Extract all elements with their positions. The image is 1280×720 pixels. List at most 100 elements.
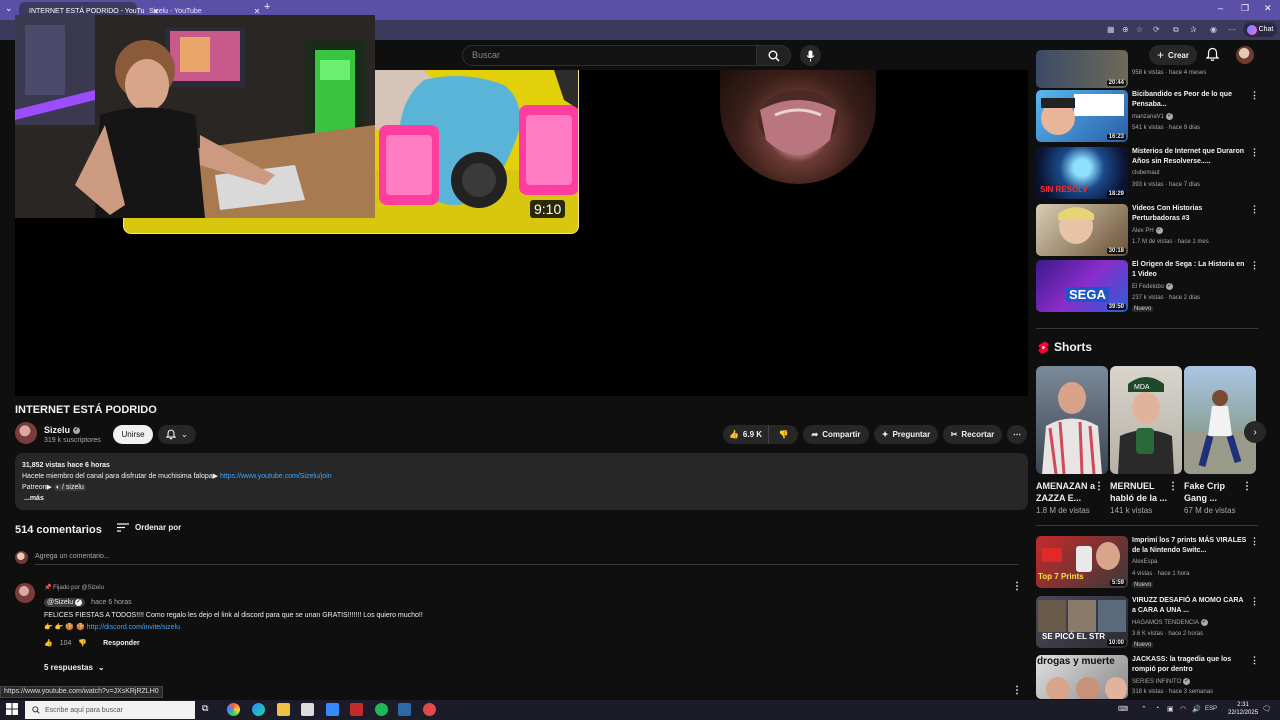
tab-list-chevron-icon[interactable]: ⌄ — [5, 3, 13, 14]
mail-icon[interactable] — [326, 703, 339, 716]
dislike-button[interactable]: 👎 — [768, 425, 798, 444]
recommendation-item[interactable]: SIN RESOLV 18:29 Misterios de Internet q… — [1036, 147, 1268, 199]
short-options-icon[interactable]: ⋮ — [1094, 481, 1104, 492]
extension-icon[interactable]: ▦ — [1107, 25, 1115, 34]
comment-options-icon[interactable]: ⋮ — [1012, 685, 1022, 696]
show-hidden-icons-chevron[interactable]: ⌃ — [1141, 705, 1147, 713]
obs-icon[interactable] — [423, 703, 436, 716]
channel-avatar[interactable] — [15, 422, 37, 444]
copilot-chat-button[interactable]: Chat — [1243, 22, 1277, 37]
channel-name-link[interactable]: Sizelu ✓ — [44, 425, 81, 435]
recommendation-item[interactable]: 30:18 Videos Con Historias Perturbadoras… — [1036, 204, 1268, 256]
new-badge: Nuevo — [1132, 642, 1154, 648]
recommendation-item[interactable]: SEGA 39:50 El Origen de Sega : La Histor… — [1036, 260, 1268, 312]
keyboard-icon[interactable]: ⌨ — [1118, 705, 1128, 713]
verified-check-icon: ✓ — [1200, 619, 1208, 626]
join-link[interactable]: https://www.youtube.com/Sizelu/join — [220, 473, 332, 480]
refresh-extension-icon[interactable]: ⟳ — [1153, 25, 1160, 34]
edge-app-icon[interactable] — [252, 703, 265, 716]
verified-check-icon: ✓ — [1166, 113, 1174, 120]
search-input[interactable]: Buscar — [462, 45, 757, 66]
verified-check-icon: ✓ — [1155, 227, 1163, 234]
add-comment-input[interactable]: Agrega un comentario... — [35, 551, 1018, 565]
show-more-link[interactable]: ...más — [22, 493, 1021, 504]
taskbar-search-input[interactable]: Escribe aquí para buscar — [25, 701, 195, 719]
profile-icon[interactable]: ◉ — [1210, 25, 1217, 34]
windows-start-icon[interactable] — [6, 703, 18, 715]
more-options-icon[interactable]: ⋮ — [1250, 260, 1259, 271]
share-button[interactable]: ➦ Compartir — [803, 425, 869, 444]
clip-button[interactable]: ✂ Recortar — [943, 425, 1002, 444]
shorts-next-button[interactable]: › — [1244, 421, 1266, 443]
recommendation-item[interactable]: 16:23 Bicibandido es Peor de lo que Pens… — [1036, 90, 1268, 142]
browser-app-icon[interactable] — [227, 703, 240, 716]
description-stats: 31,852 vistas hace 6 horas — [22, 462, 110, 469]
recommendation-item[interactable]: drogas y muerte JACKASS: la tragedia que… — [1036, 655, 1268, 699]
divider — [1036, 525, 1258, 526]
search-button[interactable] — [756, 45, 791, 66]
store-icon[interactable] — [301, 703, 314, 716]
volume-icon[interactable]: 🔊 — [1192, 705, 1201, 713]
more-options-icon[interactable]: ⋮ — [1250, 204, 1259, 215]
short-title[interactable]: AMENAZAN a ZAZZA E... — [1036, 480, 1096, 504]
ask-button[interactable]: ✦ Preguntar — [874, 425, 938, 444]
more-options-icon[interactable]: ⋮ — [1250, 536, 1259, 547]
short-title[interactable]: MERNUEL habló de la ... — [1110, 480, 1170, 504]
file-explorer-icon[interactable] — [277, 703, 290, 716]
recommendation-item[interactable]: Top 7 Prints 5:59 Imprimí los 7 prints M… — [1036, 536, 1268, 588]
video-thumbnail: 16:23 — [1036, 90, 1128, 142]
split-screen-icon[interactable]: ⧉ — [1173, 25, 1179, 35]
voice-search-button[interactable] — [800, 45, 821, 66]
short-options-icon[interactable]: ⋮ — [1168, 481, 1178, 492]
spotify-icon[interactable] — [375, 703, 388, 716]
short-thumbnail-amenazan[interactable] — [1036, 366, 1108, 474]
subscription-notifications-button[interactable]: ⌄ — [158, 425, 196, 444]
taskbar-clock[interactable]: 2:31 22/12/2025 — [1228, 701, 1258, 717]
favorite-star-icon[interactable]: ☆ — [1136, 25, 1143, 34]
comment-author-avatar[interactable] — [15, 583, 35, 603]
video-description[interactable]: 31,852 vistas hace 6 horas Hacete miembr… — [15, 453, 1028, 510]
recommendation-item[interactable]: SE PICÓ EL STR 10:00 VIRUZZ DESAFIÓ A MO… — [1036, 596, 1268, 648]
comment-options-icon[interactable]: ⋮ — [1012, 581, 1022, 592]
comment-dislike-button[interactable]: 👎 — [78, 639, 87, 647]
stream-app-icon[interactable] — [350, 703, 363, 716]
comment-like-button[interactable]: 👍 — [44, 639, 53, 647]
network-icon[interactable]: ◔ — [1155, 705, 1159, 712]
verified-check-icon: ✓ — [73, 426, 81, 434]
pinned-label: 📌 Fijado por @Sizelu — [44, 585, 104, 591]
recommendation-item[interactable]: 20:44 958 k vistas · hace 4 meses — [1036, 40, 1268, 88]
short-thumbnail-fake-crip[interactable] — [1184, 366, 1256, 474]
discord-link[interactable]: http://discord.com/invite/sizelu — [87, 624, 180, 631]
reply-button[interactable]: Responder — [103, 640, 140, 647]
more-options-icon[interactable]: ⋮ — [1250, 655, 1259, 666]
zoom-icon[interactable]: ⊕ — [1122, 25, 1129, 34]
vscode-icon[interactable] — [398, 703, 411, 716]
task-view-icon[interactable]: ⧉ — [202, 703, 215, 716]
close-window-icon[interactable]: ✕ — [1264, 3, 1272, 14]
input-language[interactable]: ESP — [1205, 706, 1217, 712]
new-tab-button[interactable]: + — [264, 1, 270, 13]
more-actions-button[interactable]: ⋯ — [1007, 425, 1027, 444]
short-thumbnail-mernuel[interactable]: MDA — [1110, 366, 1182, 474]
short-options-icon[interactable]: ⋮ — [1242, 481, 1252, 492]
minimize-icon[interactable]: – — [1218, 3, 1223, 13]
like-button[interactable]: 👍 6.9 K — [723, 425, 768, 444]
comment-time[interactable]: hace 6 horas — [91, 599, 131, 606]
browser-menu-icon[interactable]: ⋯ — [1228, 25, 1236, 34]
notifications-icon[interactable]: 🗨 — [1262, 705, 1271, 713]
show-replies-button[interactable]: 5 respuestas ⌄ — [44, 663, 105, 672]
patreon-link[interactable]: ◐ / sizelu — [53, 484, 86, 491]
tray-app-icon[interactable]: ▣ — [1167, 705, 1174, 713]
maximize-icon[interactable]: ❐ — [1241, 3, 1249, 14]
comment-author-link[interactable]: @Sizelu ✓ — [44, 598, 86, 607]
more-options-icon[interactable]: ⋮ — [1250, 147, 1259, 158]
short-title[interactable]: Fake Crip Gang ... — [1184, 480, 1244, 504]
more-options-icon[interactable]: ⋮ — [1250, 90, 1259, 101]
sort-comments-button[interactable]: Ordenar por — [117, 523, 181, 532]
favorites-icon[interactable]: ✰ — [1190, 25, 1197, 34]
join-button[interactable]: Unirse — [113, 425, 153, 444]
video-thumbnail: Top 7 Prints 5:59 — [1036, 536, 1128, 588]
chevron-down-icon: ⌄ — [181, 430, 188, 439]
more-options-icon[interactable]: ⋮ — [1250, 596, 1259, 607]
wifi-icon[interactable]: ◠ — [1180, 705, 1186, 713]
